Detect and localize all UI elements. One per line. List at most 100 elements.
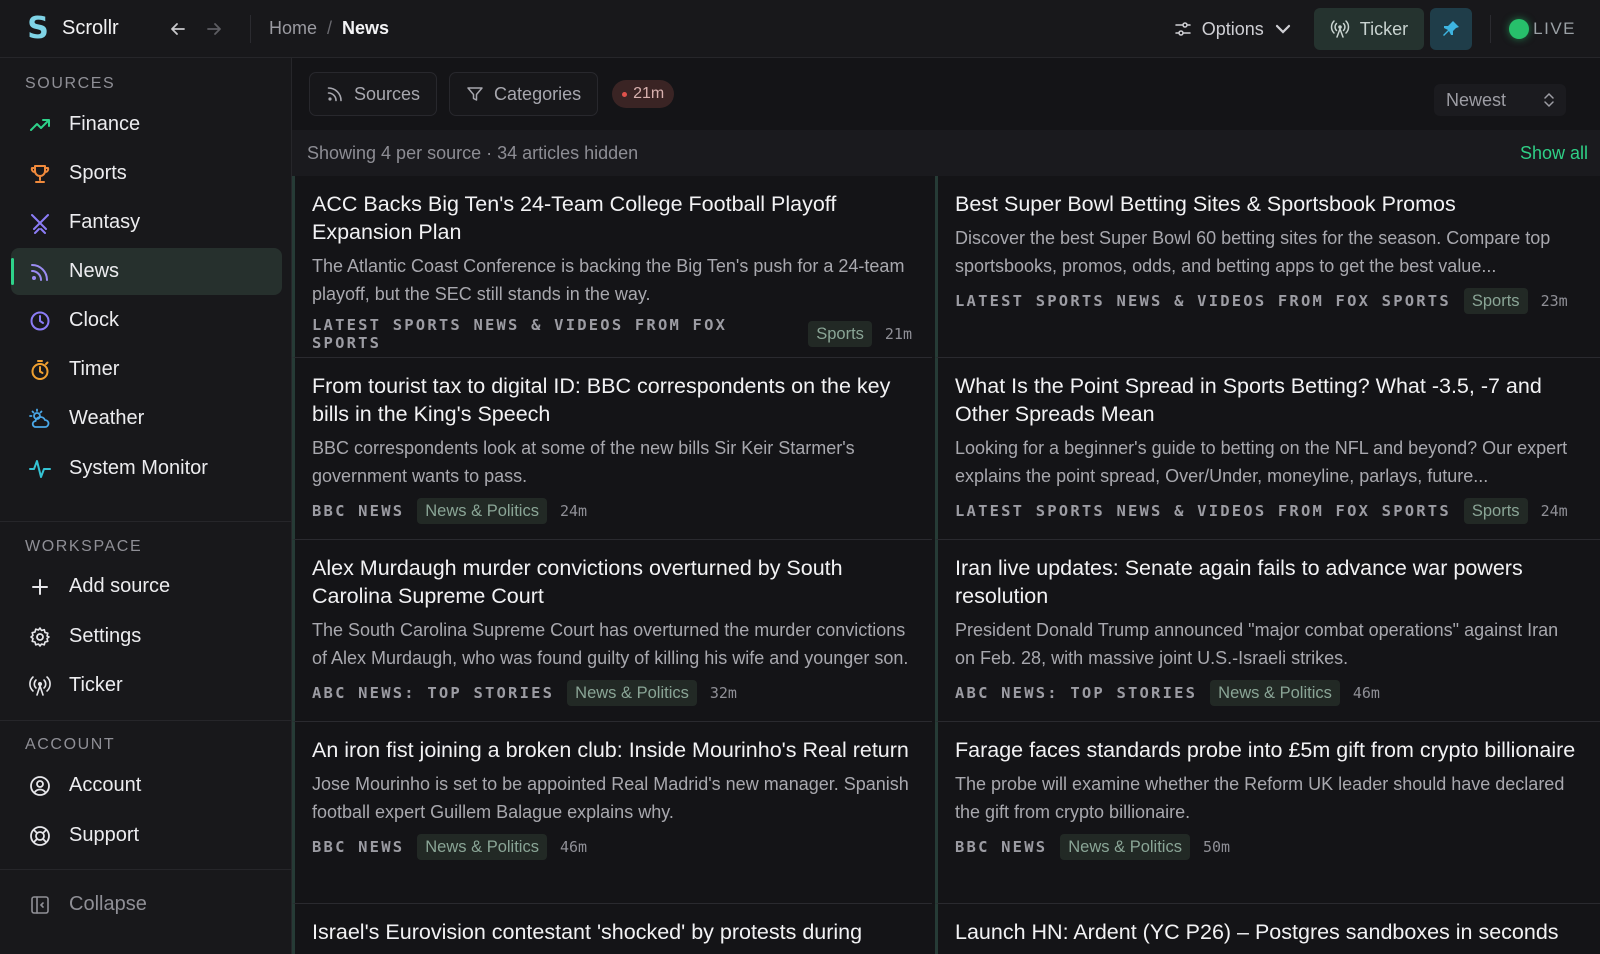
article-age: 23m [1540,292,1568,310]
sidebar-collapse-icon [29,894,51,916]
sidebar-item-add-source[interactable]: Add source [11,563,282,610]
show-all-link[interactable]: Show all [1520,143,1588,164]
article-card[interactable]: Iran live updates: Senate again fails to… [935,540,1600,722]
sidebar-item-label: Clock [69,309,120,331]
sidebar-item-system-monitor[interactable]: System Monitor [11,445,282,492]
article-source: LATEST SPORTS NEWS & VIDEOS FROM FOX SPO… [955,292,1451,310]
sidebar-item-label: Sports [69,162,127,184]
last-update-badge: 21m [612,80,675,108]
trending-up-icon [29,114,51,136]
article-title[interactable]: Iran live updates: Senate again fails to… [955,554,1580,610]
article-title[interactable]: ACC Backs Big Ten's 24-Team College Foot… [312,190,912,246]
divider [250,14,251,43]
sidebar-item-settings[interactable]: Settings [11,613,282,660]
article-description: Discover the best Super Bowl 60 betting … [955,228,1551,276]
breadcrumb-current: News [342,18,390,38]
article-card[interactable]: From tourist tax to digital ID: BBC corr… [292,358,932,540]
article-description: The probe will examine whether the Refor… [955,774,1565,822]
ticker-button[interactable]: Ticker [1313,8,1425,50]
workspace-section-title: WORKSPACE [25,538,143,555]
activity-icon [29,458,51,480]
options-button[interactable]: Options [1174,19,1292,40]
status-dot [622,91,628,97]
article-card[interactable]: ACC Backs Big Ten's 24-Team College Foot… [292,176,932,358]
article-meta: LATEST SPORTS NEWS & VIDEOS FROM FOX SPO… [955,498,1580,524]
article-description: Jose Mourinho is set to be appointed Rea… [312,774,909,822]
brand[interactable]: S Scrollr [0,11,150,46]
categories-filter-button[interactable]: Categories [449,72,599,116]
crossed-swords-icon [29,212,51,234]
article-title[interactable]: From tourist tax to digital ID: BBC corr… [312,372,912,428]
sidebar-item-timer[interactable]: Timer [11,346,282,393]
sources-filter-button[interactable]: Sources [309,72,438,116]
sidebar-item-label: Weather [69,407,145,429]
rss-icon [29,261,51,283]
clock-icon [29,310,51,332]
sidebar-item-label: Fantasy [69,211,141,233]
pin-icon [1443,21,1460,36]
cloud-sun-icon [29,408,51,430]
sidebar-item-clock[interactable]: Clock [11,297,282,344]
collapse-button[interactable]: Collapse [11,881,282,928]
article-card[interactable]: Launch HN: Ardent (YC P26) – Postgres sa… [935,904,1600,954]
sources-filter-label: Sources [354,83,421,104]
article-title[interactable]: Launch HN: Ardent (YC P26) – Postgres sa… [955,918,1580,946]
article-card[interactable]: Israel's Eurovision contestant 'shocked'… [292,904,932,954]
ticker-label: Ticker [1359,18,1409,39]
breadcrumb-separator: / [327,18,333,38]
sidebar-item-fantasy[interactable]: Fantasy [11,199,282,246]
sidebar: SOURCES Finance Sports Fantasy News Cloc… [0,58,292,954]
article-card[interactable]: An iron fist joining a broken club: Insi… [292,722,932,904]
sidebar-item-label: Account [69,774,142,796]
user-circle-icon [29,775,51,797]
article-title[interactable]: An iron fist joining a broken club: Insi… [312,736,912,764]
divider [0,521,291,522]
article-title[interactable]: Farage faces standards probe into £5m gi… [955,736,1580,764]
article-meta: BBC NEWS News & Politics 24m [312,498,912,524]
article-age: 21m [884,325,912,343]
article-age: 24m [1540,502,1568,520]
sidebar-item-news[interactable]: News [11,248,282,295]
article-age: 24m [559,502,588,520]
chevron-up-down-icon [1544,92,1554,108]
article-title[interactable]: What Is the Point Spread in Sports Betti… [955,372,1580,428]
category-tag: Sports [808,321,872,347]
article-card[interactable]: Alex Murdaugh murder convictions overtur… [292,540,932,722]
article-title[interactable]: Alex Murdaugh murder convictions overtur… [312,554,912,610]
article-description: Looking for a beginner's guide to bettin… [955,438,1568,486]
category-tag: News & Politics [417,498,547,524]
pin-button[interactable] [1430,8,1473,50]
sidebar-item-finance[interactable]: Finance [11,101,282,148]
sidebar-item-sports[interactable]: Sports [11,150,282,197]
article-age: 50m [1202,838,1231,856]
sidebar-item-weather[interactable]: Weather [11,395,282,442]
article-title[interactable]: Israel's Eurovision contestant 'shocked'… [312,918,912,946]
sidebar-item-label: System Monitor [69,457,208,479]
sliders-icon [1175,22,1191,36]
category-tag: News & Politics [1060,834,1190,860]
gear-icon [29,626,51,648]
divider [1490,15,1492,43]
article-source: BBC NEWS [955,838,1048,856]
sidebar-item-support[interactable]: Support [11,812,282,859]
article-card[interactable]: Farage faces standards probe into £5m gi… [935,722,1600,904]
sidebar-item-account[interactable]: Account [11,762,282,809]
category-tag: News & Politics [567,680,697,706]
main-content: Sources Categories 21m Newest Showing 4 … [292,58,1600,954]
app-name: Scrollr [62,17,119,39]
article-card[interactable]: What Is the Point Spread in Sports Betti… [935,358,1600,540]
live-label: LIVE [1533,19,1576,38]
article-title[interactable]: Best Super Bowl Betting Sites & Sportsbo… [955,190,1580,218]
sidebar-item-ticker[interactable]: Ticker [11,662,282,709]
article-grid: ACC Backs Big Ten's 24-Team College Foot… [292,176,1600,954]
back-arrow-icon[interactable] [164,15,192,43]
forward-arrow-icon[interactable] [200,15,228,43]
last-update-value: 21m [633,85,665,102]
sidebar-item-label: Settings [69,625,142,647]
divider [0,869,291,870]
article-source: LATEST SPORTS NEWS & VIDEOS FROM FOX SPO… [312,316,728,352]
breadcrumb-home[interactable]: Home [269,18,317,39]
article-source: ABC NEWS: TOP STORIES [955,684,1198,702]
sort-select[interactable]: Newest [1434,84,1566,116]
article-card[interactable]: Best Super Bowl Betting Sites & Sportsbo… [935,176,1600,358]
